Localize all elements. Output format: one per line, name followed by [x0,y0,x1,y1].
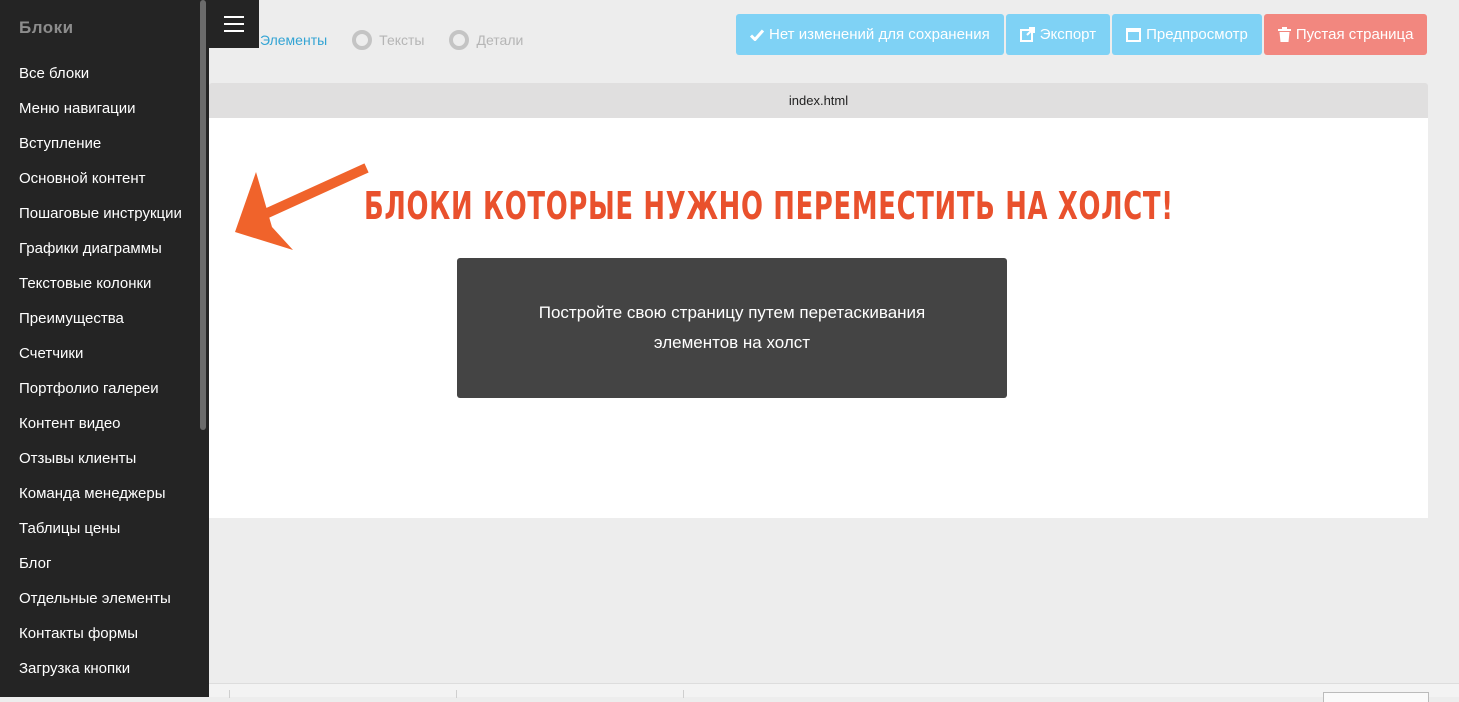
window-icon [1126,27,1142,42]
sidebar-item-charts[interactable]: Графики диаграммы [0,231,200,266]
canvas-headline: БЛОКИ КОТОРЫЕ НУЖНО ПЕРЕМЕСТИТЬ НА ХОЛСТ… [364,184,1174,228]
save-button[interactable]: Нет изменений для сохранения [736,14,1004,55]
radio-icon [449,30,470,50]
trash-icon [1277,27,1291,42]
sidebar-item-text-columns[interactable]: Текстовые колонки [0,266,200,301]
empty-page-button-label: Пустая страница [1295,26,1414,43]
save-button-label: Нет изменений для сохранения [769,26,990,43]
sidebar-item-counters[interactable]: Счетчики [0,336,200,371]
empty-page-button[interactable]: Пустая страница [1263,14,1428,55]
sidebar-item-blog[interactable]: Блог [0,546,200,581]
sidebar-item-all[interactable]: Все блоки [0,56,200,91]
drop-zone-text-line2: элементов на холст [653,333,811,352]
sidebar-scrollbar[interactable] [200,0,206,430]
step-label: Элементы [260,32,328,48]
canvas-tab-bar: index.html [209,83,1428,118]
sidebar-item-testimonials[interactable]: Отзывы клиенты [0,441,200,476]
drop-zone-text-line1: Постройте свою страницу путем перетаскив… [538,303,926,322]
sidebar-item-team[interactable]: Команда менеджеры [0,476,200,511]
sidebar-item-elements[interactable]: Отдельные элементы [0,581,200,616]
sidebar-item-benefits[interactable]: Преимущества [0,301,200,336]
sidebar-item-pricing[interactable]: Таблицы цены [0,511,200,546]
preview-button-label: Предпросмотр [1146,26,1248,43]
canvas-filename: index.html [788,93,849,108]
sidebar-item-main-content[interactable]: Основной контент [0,161,200,196]
external-link-icon [1019,27,1035,42]
sidebar-list: Все блоки Меню навигации Вступление Осно… [0,56,200,686]
step-texts[interactable]: Тексты [352,30,424,50]
step-label: Тексты [379,32,425,48]
export-button-label: Экспорт [1039,26,1097,43]
radio-icon [352,30,373,50]
menu-toggle-button[interactable] [209,0,259,48]
drop-zone[interactable]: Постройте свою страницу путем перетаскив… [457,258,1007,398]
sidebar-item-steps[interactable]: Пошаговые инструкции [0,196,200,231]
hamburger-icon [224,16,244,32]
blocks-sidebar: Блоки Все блоки Меню навигации Вступлени… [0,0,209,697]
sidebar-item-intro[interactable]: Вступление [0,126,200,161]
sidebar-item-video[interactable]: Контент видео [0,406,200,441]
sidebar-item-navigation[interactable]: Меню навигации [0,91,200,126]
arrow-icon [235,163,369,250]
preview-button[interactable]: Предпросмотр [1112,14,1262,55]
check-icon [750,29,764,41]
step-elements[interactable]: Элементы [260,32,327,48]
bottom-bar [209,683,1459,702]
step-label: Детали [476,32,524,48]
bottom-control[interactable] [1323,692,1429,702]
toolbar: Нет изменений для сохранения Экспорт Пре… [736,14,1429,55]
wizard-steps: Элементы Тексты Детали [260,28,548,52]
sidebar-item-portfolio[interactable]: Портфолио галереи [0,371,200,406]
step-details[interactable]: Детали [449,30,523,50]
sidebar-item-buttons[interactable]: Загрузка кнопки [0,651,200,686]
sidebar-title: Блоки [19,18,74,37]
export-button[interactable]: Экспорт [1005,14,1111,55]
sidebar-item-contacts[interactable]: Контакты формы [0,616,200,651]
